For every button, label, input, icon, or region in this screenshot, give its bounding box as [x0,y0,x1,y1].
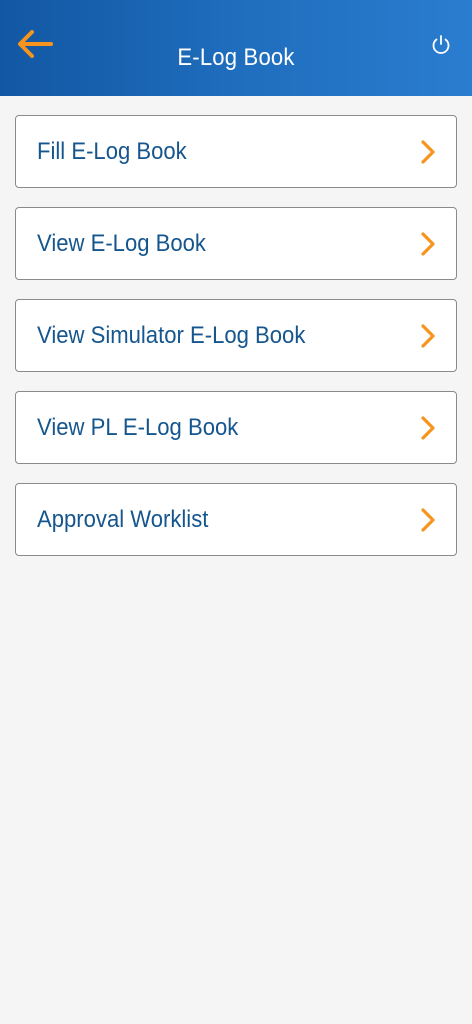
chevron-right-icon [418,506,438,534]
page-title: E-Log Book [177,44,295,71]
chevron-right-icon [418,322,438,350]
power-icon [432,35,450,54]
power-button[interactable] [424,28,458,62]
menu-item-view-pl-elog-book[interactable]: View PL E-Log Book [15,391,457,464]
menu-item-view-simulator-elog-book[interactable]: View Simulator E-Log Book [15,299,457,372]
chevron-right-icon [418,414,438,442]
chevron-right-icon [418,138,438,166]
app-header: E-Log Book [0,0,472,96]
menu-item-view-elog-book[interactable]: View E-Log Book [15,207,457,280]
menu-item-label: Approval Worklist [37,505,209,533]
menu-list: Fill E-Log Book View E-Log Book View Sim… [15,115,457,575]
menu-item-fill-elog-book[interactable]: Fill E-Log Book [15,115,457,188]
menu-item-approval-worklist[interactable]: Approval Worklist [15,483,457,556]
menu-item-label: View Simulator E-Log Book [37,321,306,349]
menu-item-label: View PL E-Log Book [37,413,239,441]
menu-item-label: View E-Log Book [37,229,206,257]
chevron-right-icon [418,230,438,258]
menu-item-label: Fill E-Log Book [37,137,187,165]
